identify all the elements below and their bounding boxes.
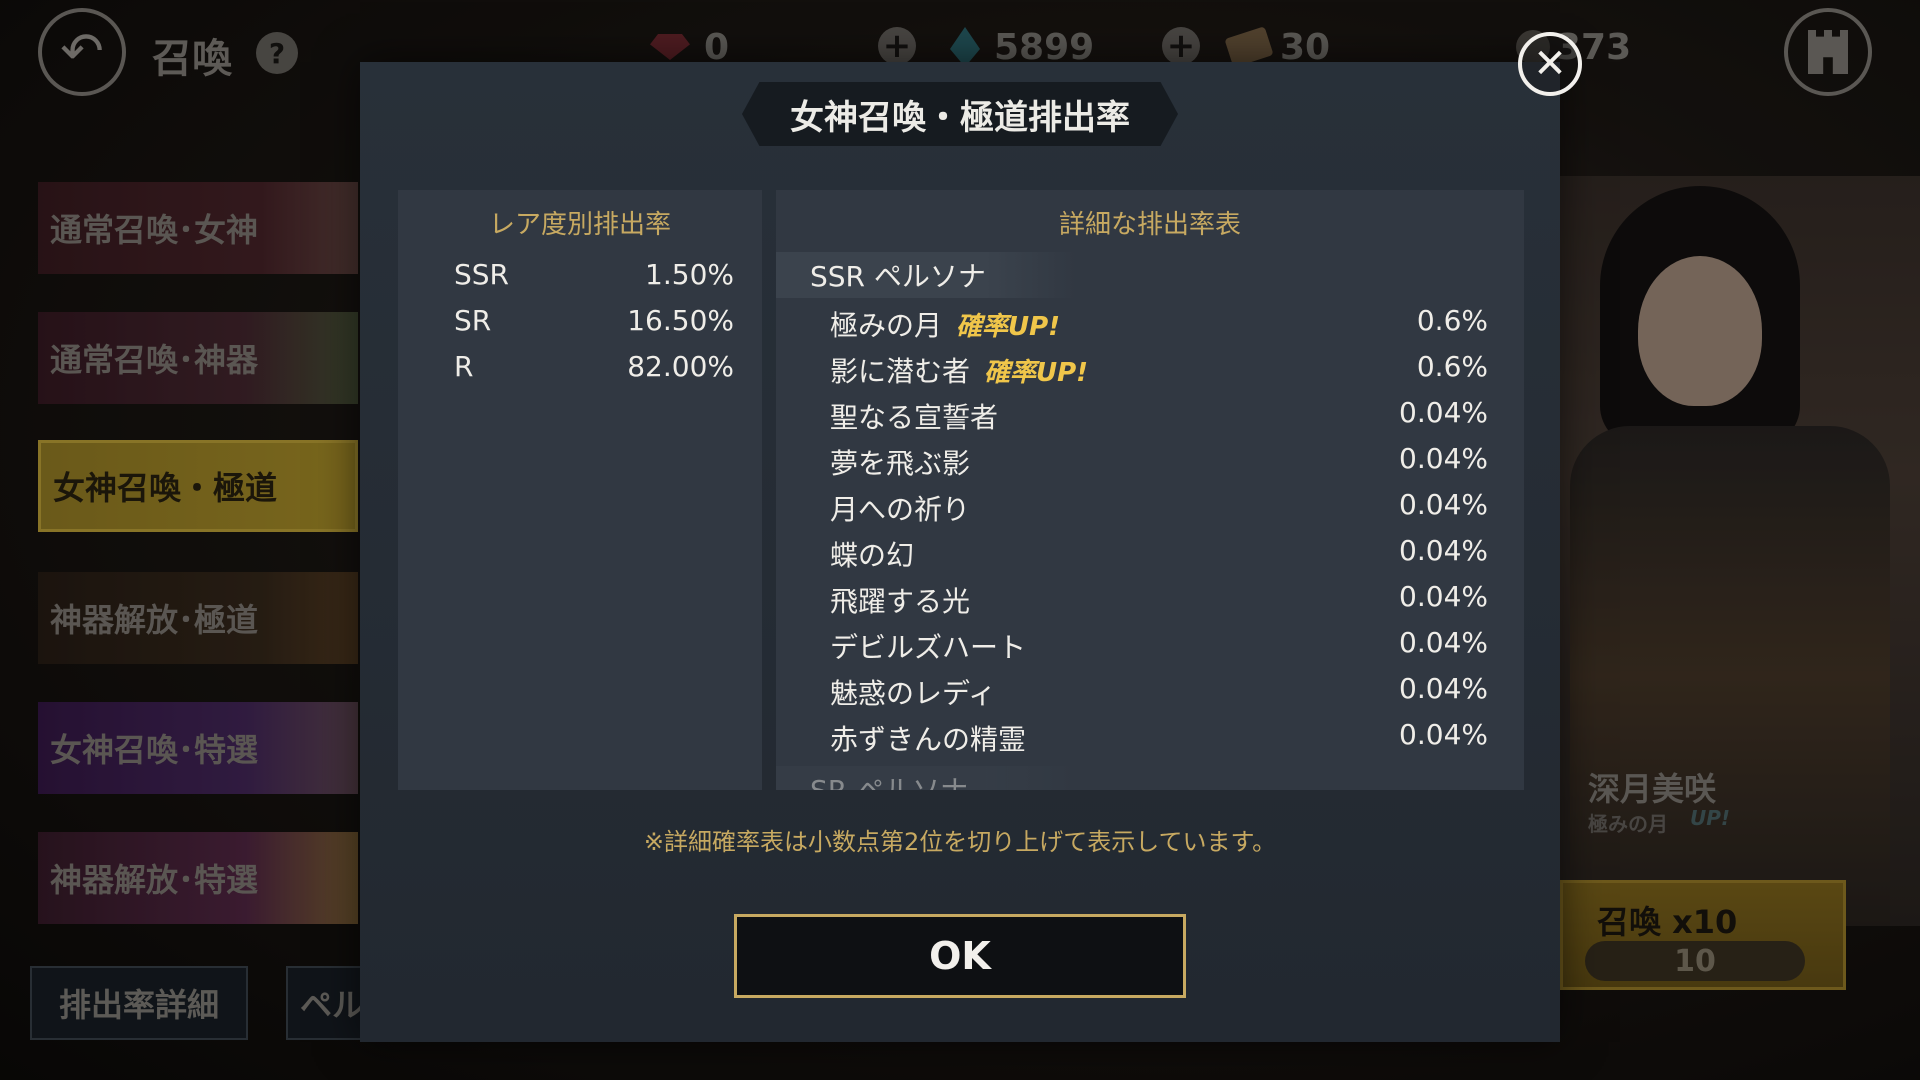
rarity-row: SSR 1.50% (454, 252, 734, 298)
detail-row: 赤ずきんの精霊 0.04% (830, 712, 1488, 758)
rarity-row: SR 16.50% (454, 298, 734, 344)
detail-name: 影に潜む者 (830, 355, 971, 388)
detail-value: 0.04% (1399, 442, 1488, 475)
rarity-rate-table: レア度別排出率 SSR 1.50% SR 16.50% R 82.00% (398, 190, 762, 790)
detail-row: デビルズハート 0.04% (830, 620, 1488, 666)
detail-name: 蝶の幻 (830, 539, 915, 572)
detail-value: 0.04% (1399, 580, 1488, 613)
detail-row: 蝶の幻 0.04% (830, 528, 1488, 574)
detail-name: 魅惑のレディ (830, 677, 997, 710)
detail-row-name-wrap: 影に潜む者 確率UP! (830, 350, 1088, 390)
detail-row: 飛躍する光 0.04% (830, 574, 1488, 620)
detail-row: 影に潜む者 確率UP! 0.6% (830, 344, 1488, 390)
detail-rate-table[interactable]: 詳細な排出率表 SSR ペルソナ 極みの月 確率UP! 0.6% 影に潜む者 確率U… (776, 190, 1524, 790)
detail-row: 極みの月 確率UP! 0.6% (830, 298, 1488, 344)
detail-table-header: 詳細な排出率表 (1058, 210, 1241, 240)
detail-value: 0.04% (1399, 534, 1488, 567)
detail-name: デビルズハート (830, 631, 1027, 664)
rarity-table-header: レア度別排出率 (488, 210, 671, 240)
detail-value: 0.04% (1399, 718, 1488, 751)
detail-name: 月への祈り (830, 493, 971, 526)
detail-name: 極みの月 (830, 309, 943, 342)
modal-title: 女神召喚・極道排出率 (742, 82, 1178, 146)
rate-up-badge: 確率UP! (956, 312, 1061, 342)
detail-row-name-wrap: 極みの月 確率UP! (830, 304, 1060, 344)
detail-value: 0.04% (1399, 488, 1488, 521)
detail-row: 魅惑のレディ 0.04% (830, 666, 1488, 712)
sr-group-header: SR ペルソナ (776, 766, 1076, 790)
rarity-value: 82.00% (627, 350, 734, 383)
rates-modal: 女神召喚・極道排出率 レア度別排出率 SSR 1.50% SR 16.50% R… (360, 62, 1560, 1042)
detail-name: 聖なる宣誓者 (830, 401, 999, 434)
detail-name: 夢を飛ぶ影 (830, 447, 971, 480)
rarity-name: SSR (454, 258, 510, 291)
ssr-group-header: SSR ペルソナ (776, 252, 1076, 298)
detail-value: 0.6% (1416, 350, 1488, 383)
close-icon[interactable]: ✕ (1518, 32, 1582, 96)
rarity-name: R (454, 350, 474, 383)
rarity-value: 1.50% (645, 258, 734, 291)
detail-row: 夢を飛ぶ影 0.04% (830, 436, 1488, 482)
rarity-row: R 82.00% (454, 344, 734, 390)
rarity-name: SR (454, 304, 492, 337)
rate-up-badge: 確率UP! (984, 358, 1089, 388)
detail-row: 聖なる宣誓者 0.04% (830, 390, 1488, 436)
detail-name: 赤ずきんの精霊 (830, 723, 1027, 756)
detail-value: 0.04% (1399, 396, 1488, 429)
detail-row: 月への祈り 0.04% (830, 482, 1488, 528)
ok-button[interactable]: OK (734, 914, 1186, 998)
detail-name: 飛躍する光 (830, 585, 971, 618)
detail-value: 0.6% (1416, 304, 1488, 337)
rounding-note: ※詳細確率表は小数点第2位を切り上げて表示しています。 (643, 828, 1277, 856)
rarity-value: 16.50% (627, 304, 734, 337)
detail-value: 0.04% (1399, 626, 1488, 659)
detail-value: 0.04% (1399, 672, 1488, 705)
